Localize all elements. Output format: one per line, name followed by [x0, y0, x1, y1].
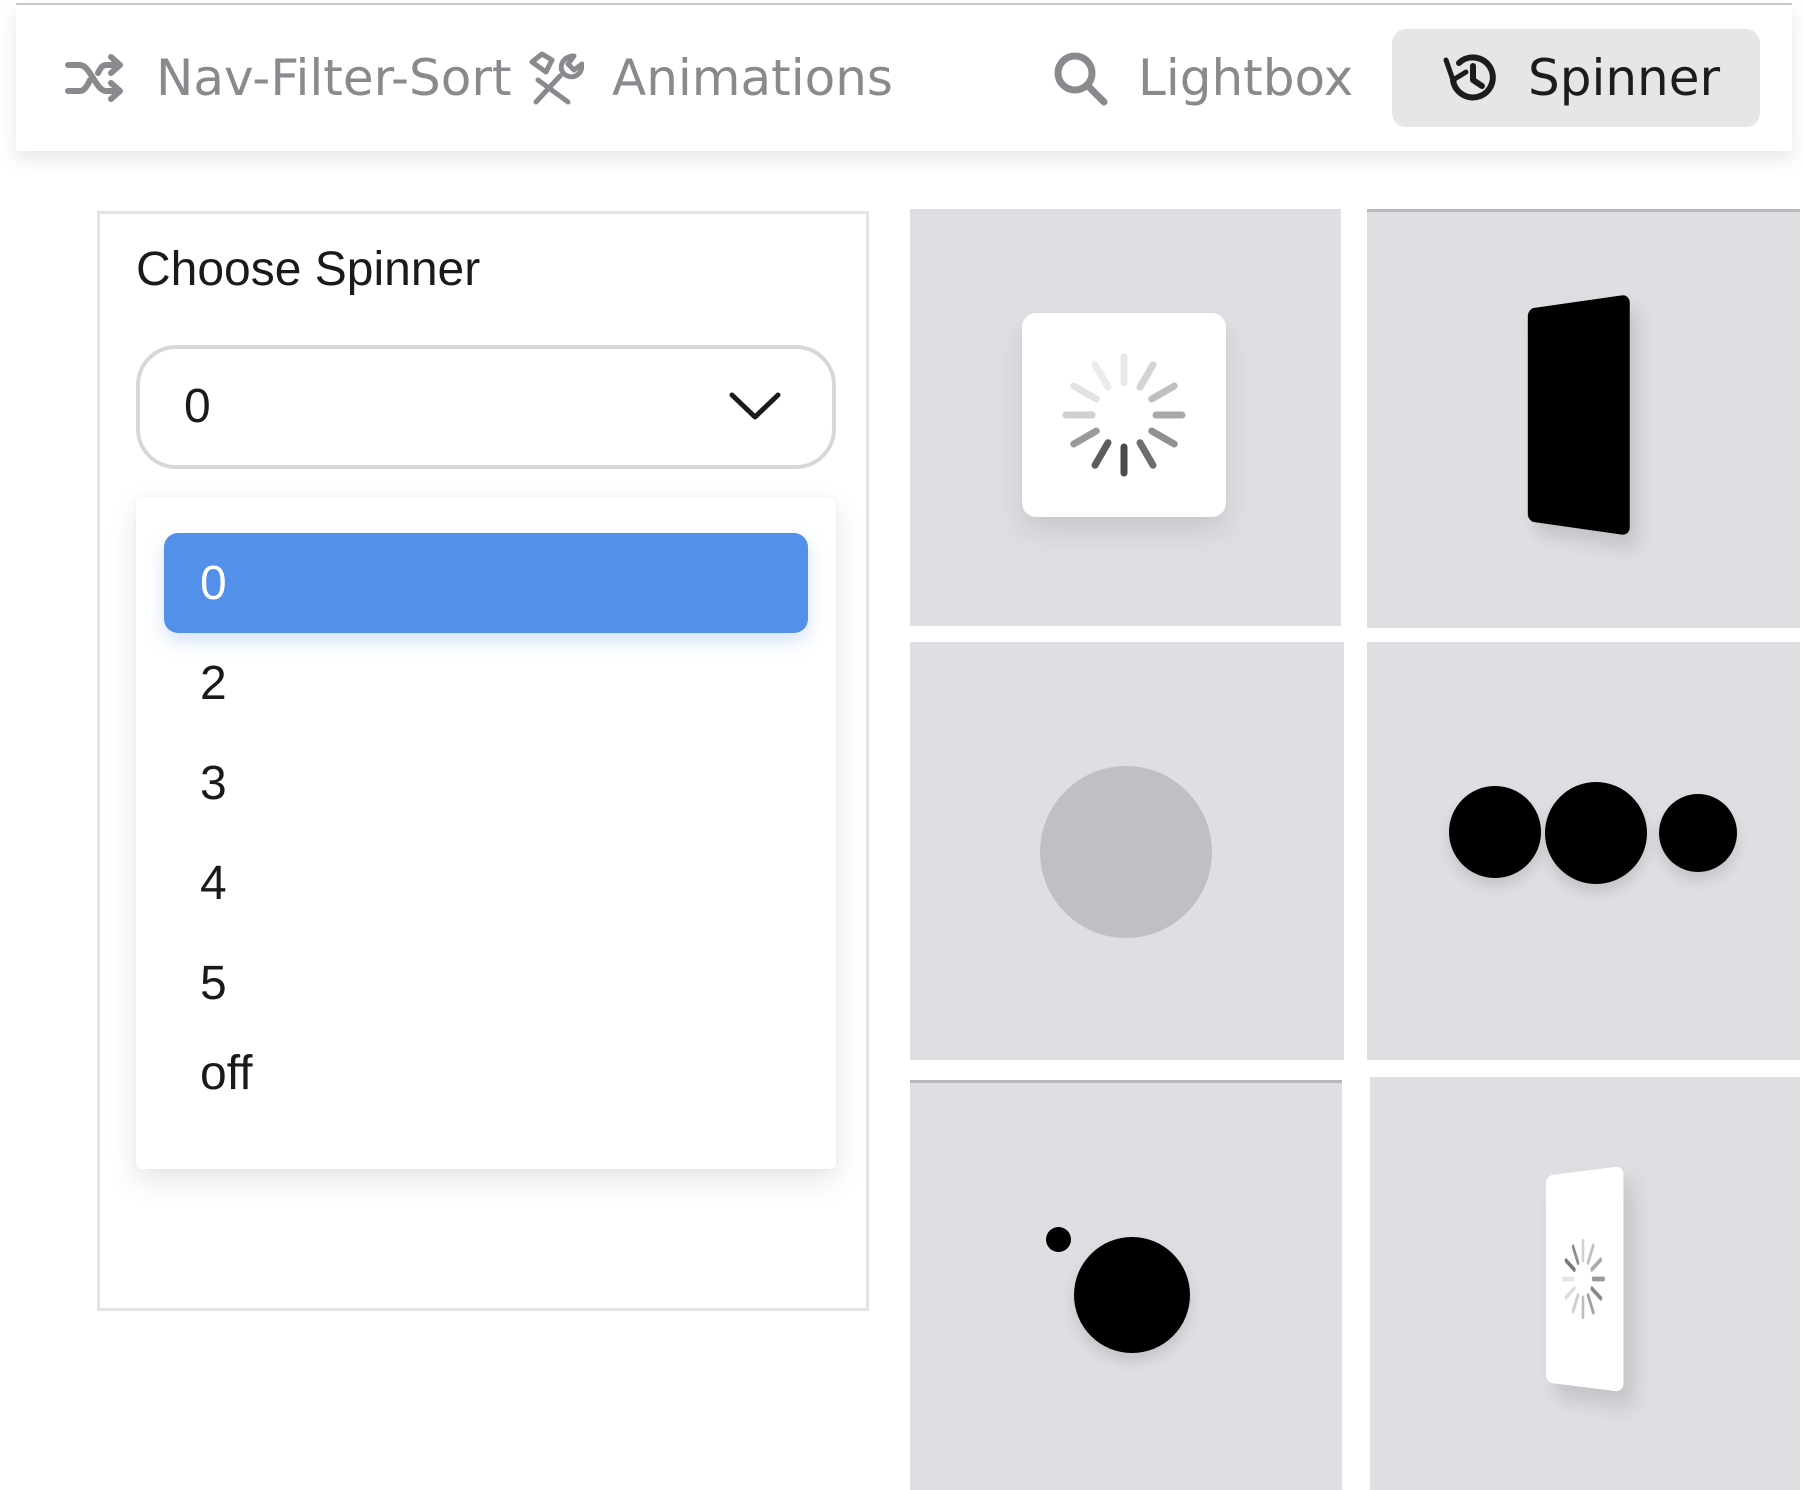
tools-icon: [524, 50, 584, 106]
orbit-dot-large: [1074, 1237, 1190, 1353]
select-value: 0: [184, 380, 211, 433]
option-0[interactable]: 0: [164, 533, 808, 633]
spinner-preview-6: [1370, 1077, 1800, 1490]
spinner-ticks-icon: [1546, 1166, 1623, 1392]
shuffle-icon: [64, 53, 128, 103]
spinner-preview-3: [910, 642, 1344, 1060]
tab-label: Spinner: [1528, 49, 1721, 107]
option-2[interactable]: 2: [164, 633, 808, 733]
search-icon: [1050, 48, 1110, 108]
rotating-card-white: [1546, 1165, 1624, 1393]
tab-nav-filter-sort[interactable]: Nav-Filter-Sort: [64, 29, 512, 127]
tab-spinner[interactable]: Spinner: [1392, 29, 1761, 127]
dot-3: [1659, 794, 1737, 872]
option-3[interactable]: 3: [164, 733, 808, 833]
option-off[interactable]: off: [164, 1023, 808, 1123]
pulse-ball: [1040, 766, 1212, 938]
rotating-card: [1527, 294, 1630, 536]
history-icon: [1440, 50, 1500, 106]
panel-title: Choose Spinner: [136, 243, 481, 296]
tab-label: Lightbox: [1138, 49, 1354, 107]
spinner-card: [1022, 313, 1226, 517]
spinner-options-list: 0 2 3 4 5 off: [136, 497, 836, 1169]
option-4[interactable]: 4: [164, 833, 808, 933]
tab-label: Nav-Filter-Sort: [156, 49, 512, 107]
dot-2: [1545, 782, 1647, 884]
option-5[interactable]: 5: [164, 933, 808, 1033]
top-nav: Nav-Filter-Sort Animations Lightbox Spin…: [16, 3, 1792, 151]
tab-label: Animations: [612, 49, 893, 107]
spinner-preview-4: [1367, 642, 1800, 1060]
spinner-preview-0: [910, 209, 1341, 626]
tab-lightbox[interactable]: Lightbox: [1050, 29, 1353, 127]
spinner-ticks-icon: [1062, 353, 1186, 477]
spinner-preview-5: [910, 1080, 1342, 1490]
orbit-dot-small: [1046, 1227, 1071, 1252]
spinner-select[interactable]: 0: [136, 345, 836, 469]
dot-1: [1449, 786, 1541, 878]
spinner-settings-panel: Choose Spinner 0 0 2 3 4 5 off: [97, 211, 869, 1311]
tab-animations[interactable]: Animations: [524, 29, 893, 127]
spinner-preview-2: [1367, 209, 1800, 628]
chevron-down-icon: [728, 389, 782, 427]
